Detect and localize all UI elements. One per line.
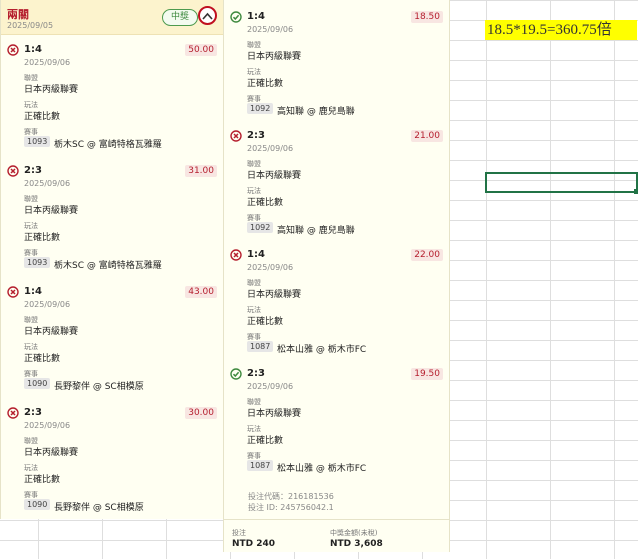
bet-item[interactable]: 2:3 2025/09/06 31.00 聯盟 日本丙級聯賽 玩法 正確比數 賽事 1093 栃木… bbox=[1, 165, 223, 275]
bet-item[interactable]: 2:3 2025/09/06 21.00 聯盟 日本丙級聯賽 玩法 正確比數 賽事 1092 高知… bbox=[224, 130, 449, 240]
bet-odds: 30.00 bbox=[185, 407, 217, 419]
match-name: 栃木SC @ 富崎特格瓦雅羅 bbox=[54, 140, 162, 150]
league-value: 日本丙級聯賽 bbox=[24, 206, 79, 216]
parlay-header[interactable]: 兩關 2025/09/05 中獎 bbox=[1, 0, 223, 35]
bet-date: 2025/09/06 bbox=[24, 300, 71, 309]
bet-date: 2025/09/06 bbox=[247, 382, 294, 391]
win-status-badge: 中獎 bbox=[162, 9, 198, 26]
check-circle-icon bbox=[230, 11, 242, 23]
bet-date: 2025/09/06 bbox=[24, 421, 71, 430]
check-circle-icon bbox=[230, 368, 242, 380]
fill-handle[interactable] bbox=[634, 189, 638, 194]
match-id: 1087 bbox=[247, 341, 274, 352]
payout-label: 中獎金額(未稅) bbox=[330, 529, 378, 537]
selected-cell[interactable] bbox=[485, 172, 638, 193]
league-value: 日本丙級聯賽 bbox=[247, 52, 302, 62]
bet-score: 2:3 bbox=[24, 165, 42, 176]
bet-score: 1:4 bbox=[24, 44, 42, 55]
bet-odds: 18.50 bbox=[411, 11, 443, 23]
league-value: 日本丙級聯賽 bbox=[24, 85, 79, 95]
bet-score: 1:4 bbox=[247, 249, 265, 260]
bet-item[interactable]: 1:4 2025/09/06 50.00 聯盟 日本丙級聯賽 玩法 正確比數 賽事 1093 栃木… bbox=[1, 44, 223, 154]
match-id: 1092 bbox=[247, 222, 274, 233]
match-name: 長野黎伴 @ SC相模原 bbox=[54, 382, 144, 392]
bet-item[interactable]: 2:3 2025/09/06 19.50 聯盟 日本丙級聯賽 玩法 正確比數 賽事 1087 松本… bbox=[224, 368, 449, 478]
bet-slip-right-panel: 1:4 2025/09/06 18.50 聯盟 日本丙級聯賽 玩法 正確比數 賽事 1092 高知… bbox=[223, 0, 450, 552]
chevron-up-icon bbox=[202, 12, 213, 20]
bet-score: 2:3 bbox=[24, 407, 42, 418]
bet-odds: 21.00 bbox=[411, 130, 443, 142]
bet-odds: 50.00 bbox=[185, 44, 217, 56]
cross-circle-icon bbox=[7, 407, 19, 419]
league-value: 日本丙級聯賽 bbox=[247, 409, 302, 419]
league-value: 日本丙級聯賽 bbox=[24, 448, 79, 458]
match-name: 長野黎伴 @ SC相模原 bbox=[54, 503, 144, 513]
cross-circle-icon bbox=[7, 165, 19, 177]
match-name: 松本山雅 @ 栃木市FC bbox=[277, 345, 367, 355]
play-value: 正確比數 bbox=[24, 112, 61, 122]
bet-date: 2025/09/06 bbox=[247, 144, 294, 153]
match-id: 1090 bbox=[24, 499, 51, 510]
play-value: 正確比數 bbox=[247, 317, 284, 327]
cross-circle-icon bbox=[230, 249, 242, 261]
bet-slip-left-panel: 兩關 2025/09/05 中獎 1:4 2025/09/06 50.00 聯盟 日本丙… bbox=[0, 0, 224, 519]
cross-circle-icon bbox=[7, 44, 19, 56]
bet-score: 1:4 bbox=[24, 286, 42, 297]
match-name: 松本山雅 @ 栃木市FC bbox=[277, 464, 367, 474]
bet-item[interactable]: 1:4 2025/09/06 18.50 聯盟 日本丙級聯賽 玩法 正確比數 賽事 1092 高知… bbox=[224, 11, 449, 121]
bet-odds: 43.00 bbox=[185, 286, 217, 298]
match-name: 高知聯 @ 鹿兒島聯 bbox=[277, 226, 355, 236]
payout-value: NTD 3,608 bbox=[330, 539, 383, 549]
bet-id: 投注 ID: 245756042.1 bbox=[248, 503, 334, 512]
bet-summary-footer: 投注 NTD 240 中獎金額(未稅) NTD 3,608 bbox=[224, 519, 449, 552]
match-id: 1087 bbox=[247, 460, 274, 471]
match-id: 1090 bbox=[24, 378, 51, 389]
highlighted-cell-note[interactable]: 18.5*19.5=360.75倍 bbox=[485, 20, 637, 40]
bet-odds: 19.50 bbox=[411, 368, 443, 380]
parlay-title: 兩關 bbox=[7, 8, 29, 21]
match-id: 1092 bbox=[247, 103, 274, 114]
cross-circle-icon bbox=[230, 130, 242, 142]
play-value: 正確比數 bbox=[247, 79, 284, 89]
collapse-button[interactable] bbox=[198, 6, 217, 25]
play-value: 正確比數 bbox=[247, 198, 284, 208]
bet-date: 2025/09/06 bbox=[24, 58, 71, 67]
play-value: 正確比數 bbox=[24, 475, 61, 485]
bet-odds: 22.00 bbox=[411, 249, 443, 261]
bet-score: 2:3 bbox=[247, 130, 265, 141]
stake-label: 投注 bbox=[232, 529, 246, 537]
bet-item[interactable]: 1:4 2025/09/06 43.00 聯盟 日本丙級聯賽 玩法 正確比數 賽事 1090 長野… bbox=[1, 286, 223, 396]
stake-value: NTD 240 bbox=[232, 539, 276, 549]
parlay-date: 2025/09/05 bbox=[7, 21, 54, 30]
match-id: 1093 bbox=[24, 136, 51, 147]
bet-date: 2025/09/06 bbox=[247, 263, 294, 272]
league-value: 日本丙級聯賽 bbox=[247, 290, 302, 300]
match-id: 1093 bbox=[24, 257, 51, 268]
league-value: 日本丙級聯賽 bbox=[24, 327, 79, 337]
league-value: 日本丙級聯賽 bbox=[247, 171, 302, 181]
bet-date: 2025/09/06 bbox=[24, 179, 71, 188]
play-value: 正確比數 bbox=[24, 233, 61, 243]
bet-score: 2:3 bbox=[247, 368, 265, 379]
play-value: 正確比數 bbox=[247, 436, 284, 446]
bet-item[interactable]: 2:3 2025/09/06 30.00 聯盟 日本丙級聯賽 玩法 正確比數 賽事 1090 長野… bbox=[1, 407, 223, 517]
bet-code: 投注代碼：216181536 bbox=[248, 492, 334, 501]
bet-item[interactable]: 1:4 2025/09/06 22.00 聯盟 日本丙級聯賽 玩法 正確比數 賽事 1087 松本… bbox=[224, 249, 449, 359]
match-name: 栃木SC @ 富崎特格瓦雅羅 bbox=[54, 261, 162, 271]
match-name: 高知聯 @ 鹿兒島聯 bbox=[277, 107, 355, 117]
play-value: 正確比數 bbox=[24, 354, 61, 364]
cross-circle-icon bbox=[7, 286, 19, 298]
bet-odds: 31.00 bbox=[185, 165, 217, 177]
bet-date: 2025/09/06 bbox=[247, 25, 294, 34]
bet-score: 1:4 bbox=[247, 11, 265, 22]
